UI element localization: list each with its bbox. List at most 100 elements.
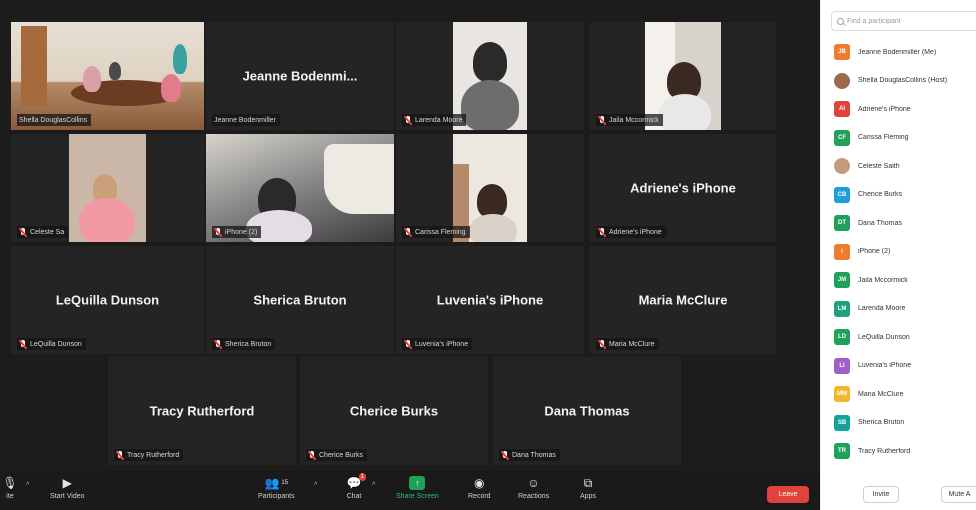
mute-all-button[interactable]: Mute A xyxy=(941,486,976,503)
participant-row[interactable]: CB Cherice Burks xyxy=(834,181,976,210)
participant-name: Luvenia's iPhone xyxy=(436,292,544,308)
participant-search-input[interactable]: Find a participant xyxy=(831,11,976,31)
leave-button[interactable]: Leave xyxy=(767,486,809,503)
video-tile[interactable]: Maria McClure Maria McClure xyxy=(590,246,776,354)
muted-mic-icon xyxy=(116,450,124,460)
participant-name: Cherice Burks xyxy=(349,403,439,419)
share-screen-button[interactable]: ↑ Share Screen xyxy=(396,476,439,500)
participant-name: LeQuilla Dunson xyxy=(858,333,910,341)
participants-options-caret[interactable]: ^ xyxy=(314,482,317,489)
apps-button[interactable]: ⧉ Apps xyxy=(580,476,596,500)
reactions-icon: ☺ xyxy=(527,476,540,490)
avatar xyxy=(834,158,850,175)
muted-mic-icon xyxy=(19,339,27,349)
participant-name: Tracy Rutherford xyxy=(149,403,255,419)
participants-button[interactable]: 👥 15 Participants xyxy=(258,476,295,500)
video-tile[interactable]: Jaila Mccormick xyxy=(590,22,776,130)
audio-options-caret[interactable]: ^ xyxy=(26,482,29,489)
tile-label-text: Jaila Mccormick xyxy=(609,116,659,124)
unmute-label: ite xyxy=(6,493,14,500)
tile-name-label: LeQuilla Dunson xyxy=(17,338,86,350)
video-tile[interactable]: Cherice Burks Cherice Burks xyxy=(300,357,488,465)
participant-name: LeQuilla Dunson xyxy=(55,292,160,308)
tile-label-text: Cherice Burks xyxy=(319,451,363,459)
search-placeholder: Find a participant xyxy=(847,17,901,25)
invite-button[interactable]: Invite xyxy=(863,486,899,503)
participant-list: JB Jeanne Bodenmiller (Me) Shella DouglasC… xyxy=(834,38,976,466)
avatar: MM xyxy=(834,386,850,403)
tile-label-text: Larenda Moore xyxy=(415,116,463,124)
video-tile[interactable]: Carissa Fleming xyxy=(396,134,584,242)
video-tile[interactable]: Luvenia's iPhone Luvenia's iPhone xyxy=(396,246,584,354)
video-tile[interactable]: Shella DouglasCollins xyxy=(11,22,204,130)
video-tile[interactable]: Tracy Rutherford Tracy Rutherford xyxy=(108,357,296,465)
participant-row[interactable]: LI Luvenia's iPhone xyxy=(834,352,976,381)
video-tile[interactable]: iPhone (2) xyxy=(206,134,394,242)
start-video-button[interactable]: ▶ Start Video xyxy=(50,476,85,500)
tile-name-label: Jaila Mccormick xyxy=(596,114,663,126)
muted-mic-icon xyxy=(404,339,412,349)
participant-row[interactable]: TR Tracy Rutherford xyxy=(834,437,976,466)
tile-label-text: Jeanne Bodenmiller xyxy=(214,116,276,124)
search-icon xyxy=(837,17,844,25)
participant-name: Maria McClure xyxy=(638,292,728,308)
participant-name: Sherica Bruton xyxy=(858,419,905,427)
apps-icon: ⧉ xyxy=(583,476,593,490)
video-tile[interactable]: Celeste Sa xyxy=(11,134,204,242)
tile-label-text: Maria McClure xyxy=(609,340,655,348)
tile-label-text: LeQuilla Dunson xyxy=(30,340,82,348)
participant-name: Dana Thomas xyxy=(544,403,630,419)
participant-row[interactable]: Shella DouglasCollins (Host) xyxy=(834,67,976,96)
zoom-window: Shella DouglasCollins Jeanne Bodenmi... … xyxy=(0,0,976,510)
participant-name: Jeanne Bodenmi... xyxy=(242,68,358,84)
chat-button[interactable]: 💬 1 Chat xyxy=(346,473,366,500)
participant-name: Adriene's iPhone xyxy=(630,180,736,196)
participant-row[interactable]: DT Dana Thomas xyxy=(834,209,976,238)
participant-name: Celeste Saith xyxy=(858,162,900,170)
tile-name-label: Shella DouglasCollins xyxy=(17,114,92,126)
reactions-label: Reactions xyxy=(518,493,550,500)
avatar: DT xyxy=(834,215,850,232)
tile-label-text: Dana Thomas xyxy=(512,451,556,459)
tile-label-text: Sherica Bruton xyxy=(225,340,272,348)
record-icon: ◉ xyxy=(474,476,485,490)
participant-row[interactable]: CF Carissa Fleming xyxy=(834,124,976,153)
tile-label-text: Shella DouglasCollins xyxy=(19,116,88,124)
video-tile[interactable]: Jeanne Bodenmi... Jeanne Bodenmiller xyxy=(206,22,394,130)
share-screen-label: Share Screen xyxy=(396,493,439,500)
participant-row[interactable]: AI Adriene's iPhone xyxy=(834,95,976,124)
video-tile[interactable]: Dana Thomas Dana Thomas xyxy=(493,357,681,465)
participant-name: Luvenia's iPhone xyxy=(858,362,912,370)
participant-row[interactable]: LM Larenda Moore xyxy=(834,295,976,324)
participant-name: Dana Thomas xyxy=(858,219,902,227)
video-tile[interactable]: LeQuilla Dunson LeQuilla Dunson xyxy=(11,246,204,354)
participant-row[interactable]: LD LeQuilla Dunson xyxy=(834,323,976,352)
participant-name: Sherica Bruton xyxy=(253,292,347,308)
share-screen-icon: ↑ xyxy=(409,476,426,490)
record-label: Record xyxy=(468,493,491,500)
muted-mic-icon xyxy=(404,227,412,237)
participant-row[interactable]: JM Jaila Mccormick xyxy=(834,266,976,295)
participant-row[interactable]: Celeste Saith xyxy=(834,152,976,181)
unmute-button[interactable]: 🎙 ite xyxy=(2,476,18,500)
muted-mic-icon xyxy=(214,339,222,349)
tile-name-label: Tracy Rutherford xyxy=(114,449,184,461)
video-tile[interactable]: Sherica Bruton Sherica Bruton xyxy=(206,246,394,354)
reactions-button[interactable]: ☺ Reactions xyxy=(518,476,549,500)
muted-mic-icon xyxy=(214,227,222,237)
chat-options-caret[interactable]: ^ xyxy=(372,482,375,489)
apps-label: Apps xyxy=(580,493,596,500)
participant-row[interactable]: MM Maria McClure xyxy=(834,380,976,409)
participant-name: Jeanne Bodenmiller (Me) xyxy=(858,48,937,56)
participant-name: Larenda Moore xyxy=(858,305,906,313)
tile-label-text: Luvenia's iPhone xyxy=(415,340,469,348)
participant-row[interactable]: SB Sherica Bruton xyxy=(834,409,976,438)
record-button[interactable]: ◉ Record xyxy=(468,476,491,500)
tile-name-label: iPhone (2) xyxy=(212,226,262,238)
participant-row[interactable]: JB Jeanne Bodenmiller (Me) xyxy=(834,38,976,67)
video-tile[interactable]: Larenda Moore xyxy=(396,22,584,130)
muted-mic-icon xyxy=(598,227,606,237)
tile-label-text: Celeste Sa xyxy=(30,228,65,236)
participant-row[interactable]: IiPhone (2) xyxy=(834,238,976,267)
video-tile[interactable]: Adriene's iPhone Adriene's iPhone xyxy=(590,134,776,242)
